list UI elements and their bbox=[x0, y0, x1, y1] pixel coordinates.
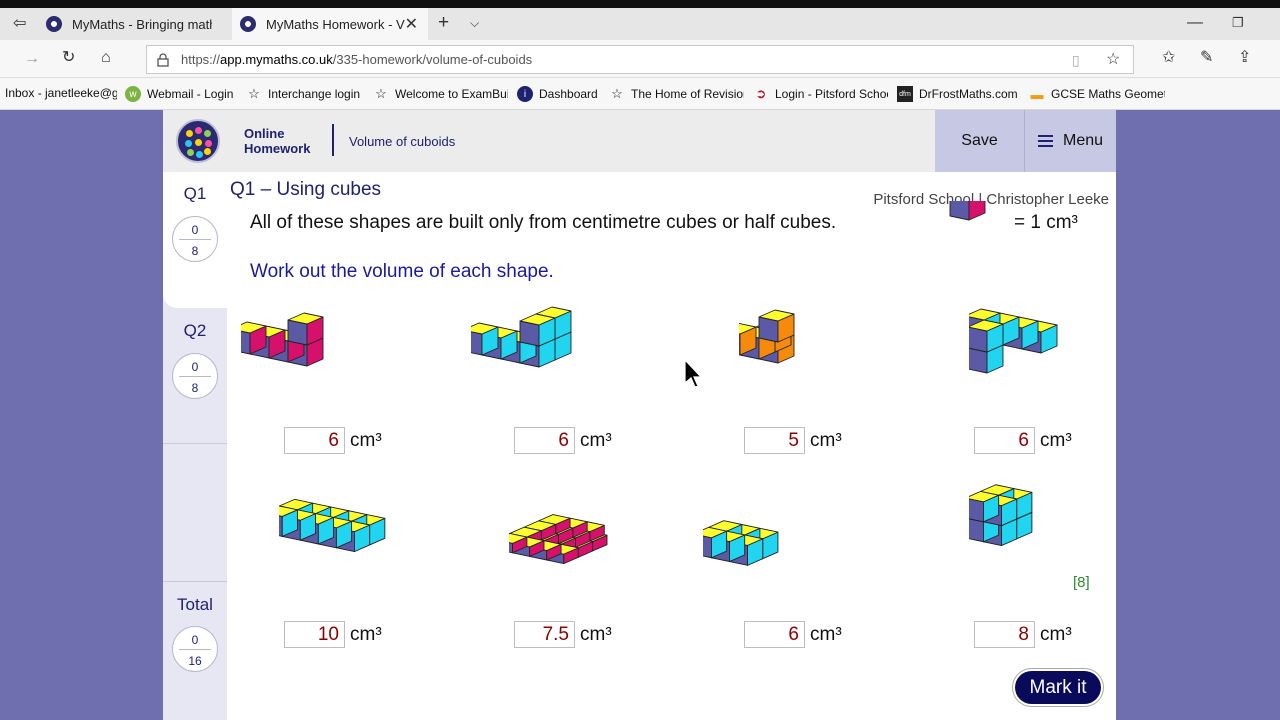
homework-header: Online Homework Volume of cuboids Save M… bbox=[163, 110, 1116, 172]
tab-list-chevron-icon[interactable]: ⌵ bbox=[470, 15, 479, 31]
marks-label: [8] bbox=[1073, 574, 1090, 591]
tab-mymaths[interactable]: MyMaths - Bringing maths a bbox=[40, 8, 230, 40]
brand-name: Online Homework bbox=[244, 126, 311, 156]
answer-4-input[interactable]: 6 bbox=[974, 427, 1035, 454]
bookmark-webmail[interactable]: w Webmail - Login bbox=[125, 86, 237, 102]
bookmark-dashboard[interactable]: i Dashboard bbox=[517, 86, 601, 102]
answer-6: 7.5 cm³ bbox=[514, 621, 612, 648]
task-text: Work out the volume of each shape. bbox=[250, 261, 554, 282]
menu-label: Menu bbox=[1062, 132, 1104, 149]
geometry-icon: ▬ bbox=[1030, 86, 1044, 102]
close-tab-icon[interactable]: ✕ bbox=[405, 14, 418, 34]
instruction-text: All of these shapes are built only from … bbox=[250, 212, 837, 233]
bookmarks-bar: Inbox - janetleeke@g w Webmail - Login ☆ I… bbox=[0, 78, 1280, 110]
menu-button[interactable]: Menu bbox=[1025, 110, 1116, 172]
q1-label: Q1 bbox=[183, 184, 207, 203]
mark-it-button[interactable]: Mark it bbox=[1015, 671, 1101, 704]
shape-7-image bbox=[703, 520, 779, 566]
reading-view-icon[interactable]: ▯ bbox=[1072, 52, 1080, 68]
question-sidebar: Q1 0 8 Q2 0 8 Total 0 16 bbox=[163, 172, 229, 720]
favorite-star-icon[interactable]: ☆ bbox=[1106, 52, 1120, 68]
answer-7-input[interactable]: 6 bbox=[744, 621, 805, 648]
sidebar-q1[interactable]: Q1 0 8 bbox=[163, 172, 229, 308]
question-title: Q1 – Using cubes bbox=[230, 179, 382, 200]
unit-cube-icon bbox=[949, 201, 986, 221]
answer-6-input[interactable]: 7.5 bbox=[514, 621, 575, 648]
bookmark-drfrost[interactable]: dfm DrFrostMaths.com bbox=[897, 86, 1021, 102]
answer-7: 6 cm³ bbox=[744, 621, 842, 648]
sidebar-total: Total 0 16 bbox=[163, 582, 227, 720]
lock-icon bbox=[157, 53, 169, 67]
answer-1-input[interactable]: 6 bbox=[284, 427, 345, 454]
bookmark-inbox[interactable]: Inbox - janetleeke@g bbox=[5, 86, 117, 100]
save-button[interactable]: Save bbox=[935, 110, 1025, 172]
answer-4: 6 cm³ bbox=[974, 427, 1072, 454]
tab-title: MyMaths Homework - V bbox=[266, 16, 405, 32]
window-top-strip bbox=[0, 0, 1280, 8]
total-label: Total bbox=[177, 595, 213, 614]
answer-3-input[interactable]: 5 bbox=[744, 427, 805, 454]
shape-1-image bbox=[241, 312, 324, 367]
address-bar-row: → ↻ ⌂ https://app.mymaths.co.uk/335-home… bbox=[0, 40, 1280, 78]
url-text: https://app.mymaths.co.uk/335-homework/v… bbox=[181, 52, 533, 67]
answer-8-input[interactable]: 8 bbox=[974, 621, 1035, 648]
shape-8-image bbox=[969, 484, 1033, 547]
dashboard-icon: i bbox=[517, 86, 533, 102]
bookmark-exambuilder[interactable]: ☆ Welcome to ExamBui bbox=[373, 86, 508, 102]
q2-score: 0 8 bbox=[172, 353, 218, 399]
answer-5-input[interactable]: 10 bbox=[284, 621, 345, 648]
new-tab-icon[interactable]: + bbox=[438, 13, 449, 32]
answer-8: 8 cm³ bbox=[974, 621, 1072, 648]
q1-score: 0 8 bbox=[172, 216, 218, 262]
star-icon: ☆ bbox=[375, 86, 387, 101]
homework-page: Online Homework Volume of cuboids Save M… bbox=[163, 110, 1116, 720]
share-icon[interactable]: ⇪ bbox=[1238, 50, 1251, 66]
total-score: 0 16 bbox=[172, 626, 218, 672]
restore-icon[interactable]: ❐ bbox=[1232, 15, 1244, 31]
answer-3: 5 cm³ bbox=[744, 427, 842, 454]
page-title: Volume of cuboids bbox=[349, 134, 456, 149]
unit-equation: = 1 cm³ bbox=[1014, 212, 1078, 233]
tab-title: MyMaths - Bringing maths a bbox=[72, 16, 212, 32]
shape-3-image bbox=[739, 309, 795, 364]
cube-face bbox=[968, 201, 986, 221]
mymaths-favicon-icon bbox=[240, 16, 256, 32]
drfrost-icon: dfm bbox=[897, 86, 913, 102]
answer-5: 10 cm³ bbox=[284, 621, 382, 648]
mymaths-logo bbox=[176, 119, 220, 163]
q2-label: Q2 bbox=[183, 321, 207, 340]
home-icon[interactable]: ⌂ bbox=[101, 50, 111, 66]
mouse-cursor-icon bbox=[684, 359, 701, 388]
forward-icon[interactable]: → bbox=[24, 51, 40, 67]
sidebar-q2[interactable]: Q2 0 8 bbox=[163, 308, 227, 444]
bookmark-pitsford[interactable]: ➲ Login - Pitsford Schoo bbox=[753, 86, 888, 102]
answer-1: 6 cm³ bbox=[284, 427, 382, 454]
mymaths-favicon-icon bbox=[46, 16, 62, 32]
answer-2: 6 cm³ bbox=[514, 427, 612, 454]
hamburger-icon bbox=[1037, 135, 1053, 147]
shape-6-image bbox=[509, 514, 608, 565]
cube-face bbox=[949, 201, 970, 221]
header-divider bbox=[332, 124, 334, 156]
refresh-icon[interactable]: ↻ bbox=[62, 50, 75, 66]
sidebar-empty bbox=[163, 444, 227, 582]
answer-2-input[interactable]: 6 bbox=[514, 427, 575, 454]
star-icon: ☆ bbox=[611, 86, 623, 101]
pen-icon[interactable]: ✎ bbox=[1200, 50, 1213, 66]
tab-mymaths-homework[interactable]: MyMaths Homework - V ✕ bbox=[232, 8, 428, 40]
tab-actions-icon[interactable]: ⇦ bbox=[13, 16, 26, 32]
webmail-icon: w bbox=[125, 86, 141, 102]
url-input[interactable]: https://app.mymaths.co.uk/335-homework/v… bbox=[146, 45, 1134, 74]
tab-bar: ⇦ MyMaths - Bringing maths a MyMaths Hom… bbox=[0, 8, 1280, 40]
favorites-list-icon[interactable]: ✩ bbox=[1162, 50, 1175, 66]
shape-2-image bbox=[471, 306, 572, 368]
minimize-icon[interactable]: — bbox=[1187, 15, 1203, 31]
bookmark-revision[interactable]: ☆ The Home of Revisior bbox=[609, 86, 744, 102]
bookmark-interchange[interactable]: ☆ Interchange login bbox=[246, 86, 364, 102]
star-icon: ☆ bbox=[248, 86, 260, 101]
shape-5-image bbox=[279, 498, 386, 553]
shape-4-image bbox=[969, 308, 1058, 374]
bookmark-gcse-geometry[interactable]: ▬ GCSE Maths Geometr bbox=[1029, 86, 1166, 102]
pitsford-icon: ➲ bbox=[755, 86, 767, 101]
